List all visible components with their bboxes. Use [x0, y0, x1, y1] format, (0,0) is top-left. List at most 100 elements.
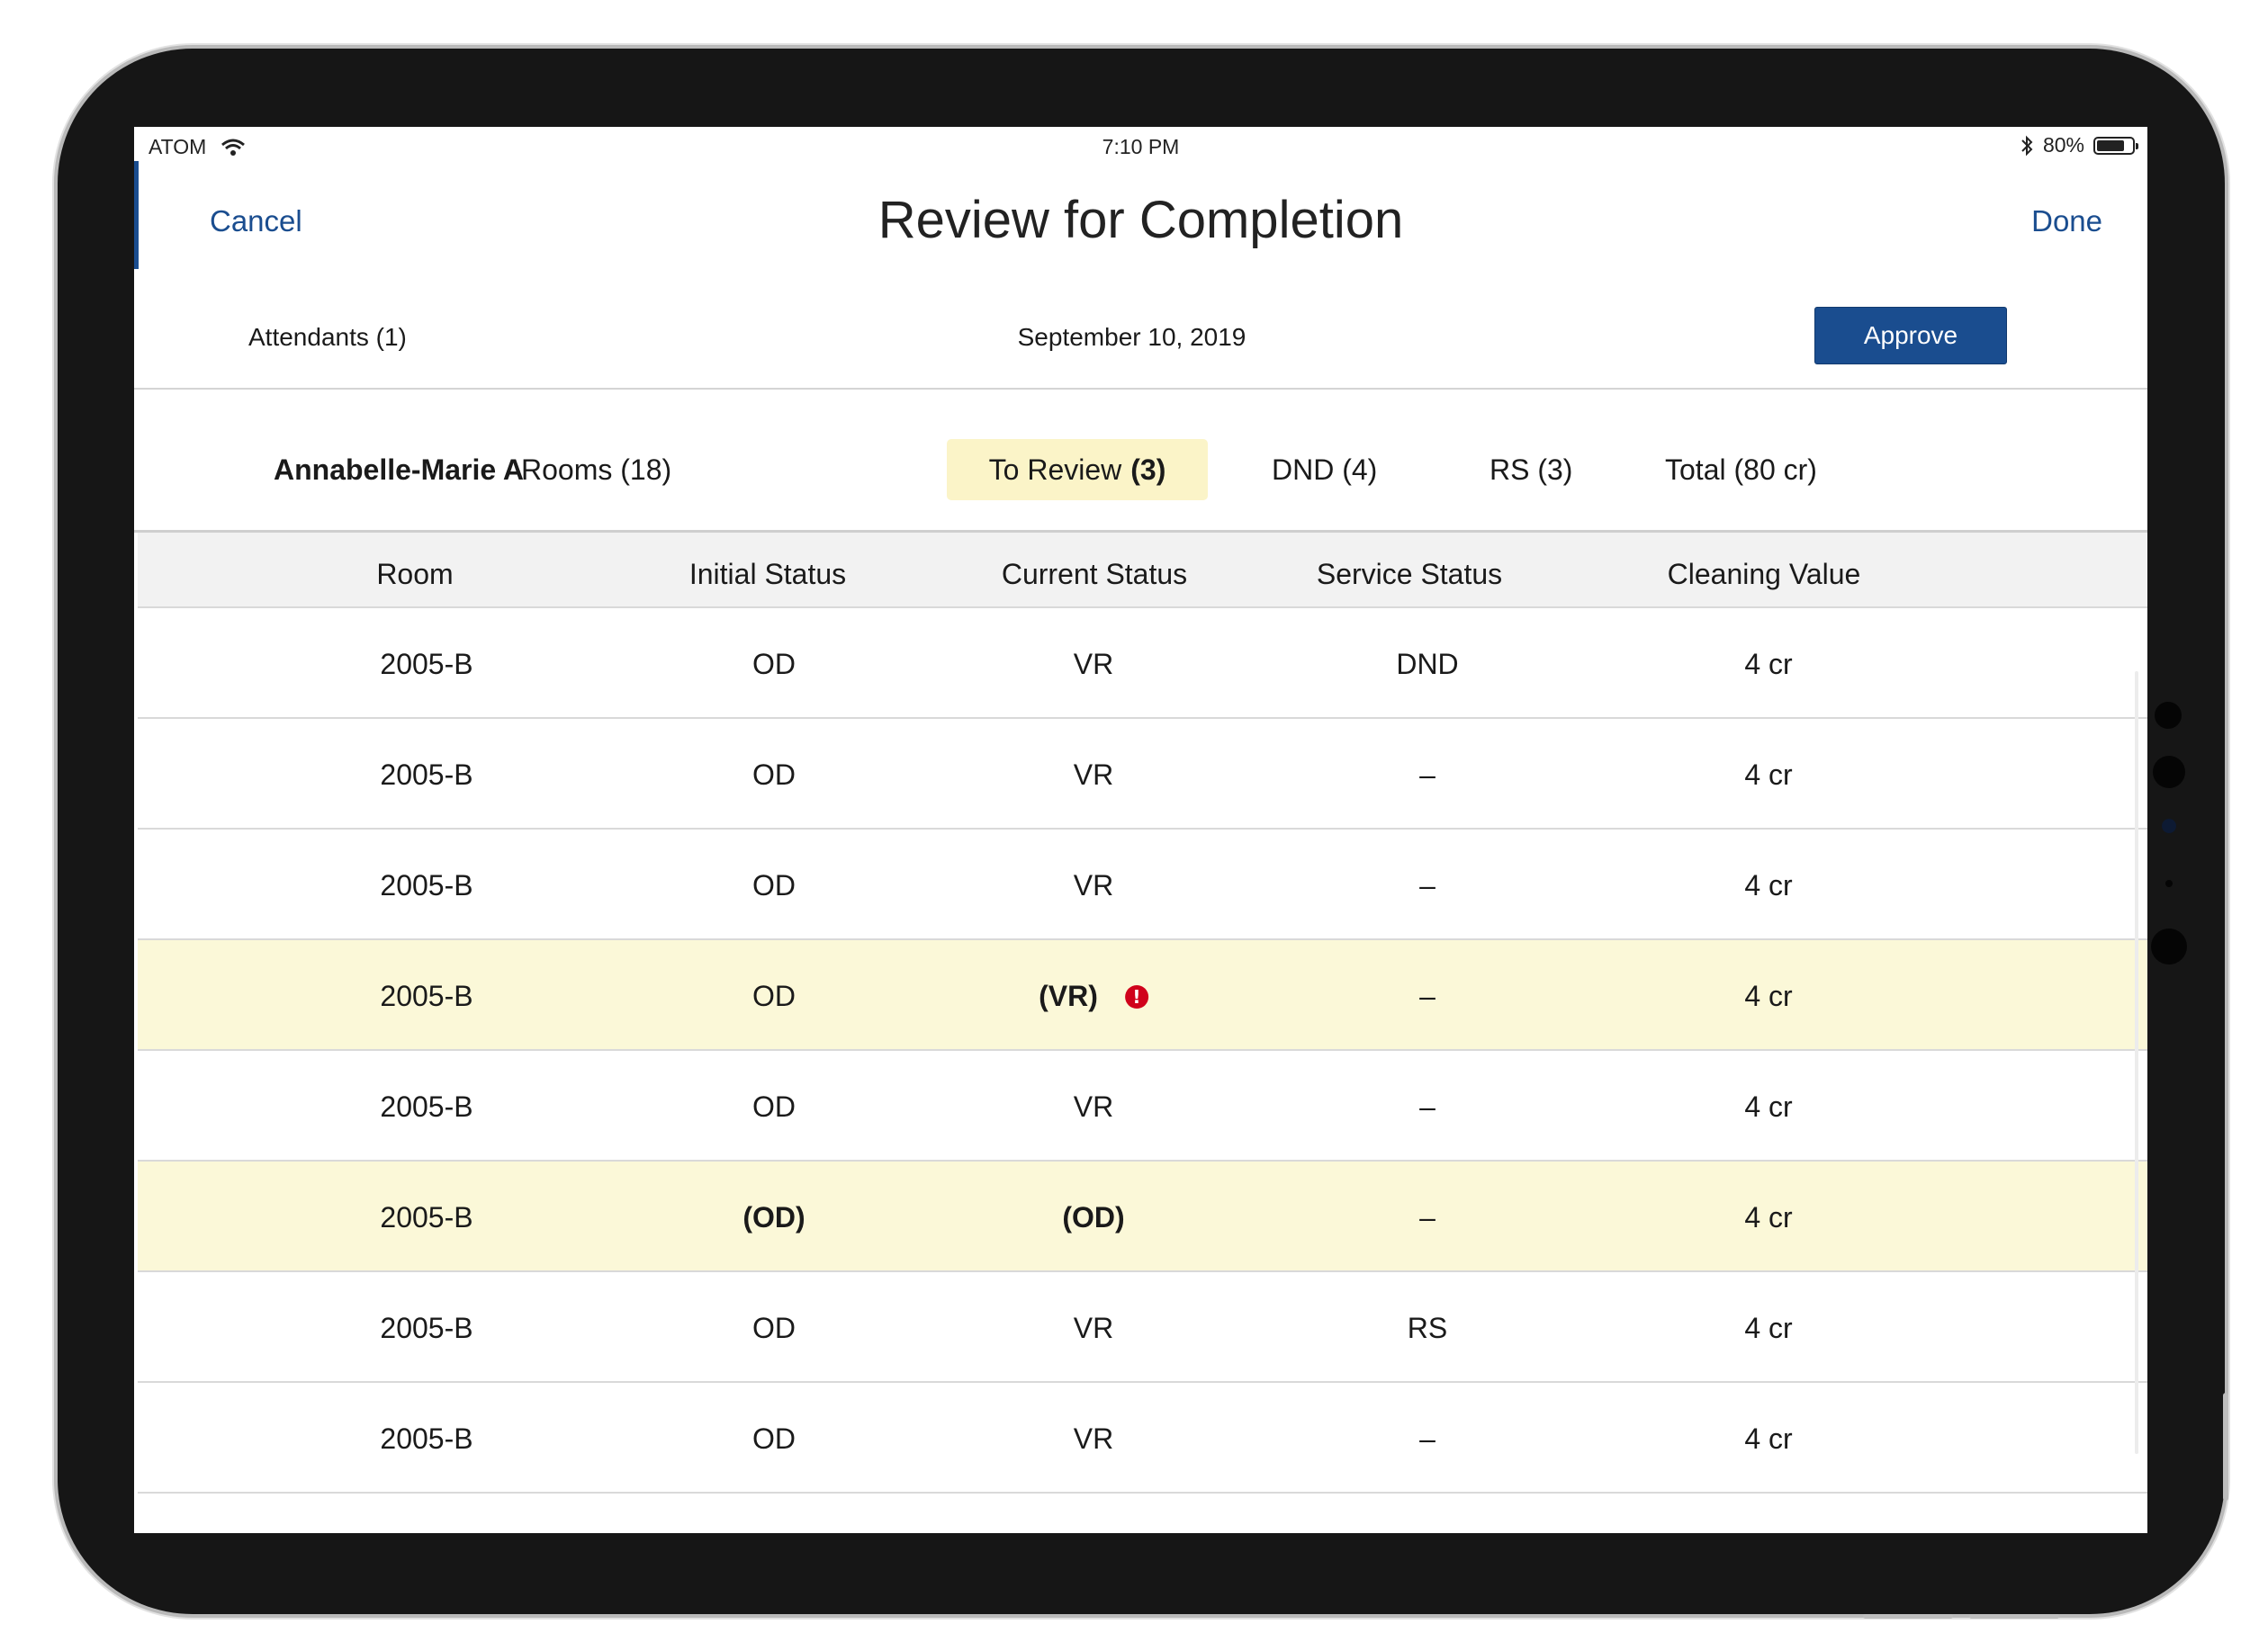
current-status-cell: VR	[1074, 1312, 1113, 1345]
status-time: 7:10 PM	[1102, 135, 1180, 158]
service-status-cell: –	[1419, 1422, 1436, 1456]
tab-rooms[interactable]: Rooms (18)	[521, 439, 671, 500]
tab-to-review-label: To Review	[988, 453, 1122, 486]
initial-status-cell-text: (OD)	[742, 1201, 806, 1234]
filter-tabs: Annabelle-Marie A Rooms (18) To Review (…	[134, 390, 2147, 533]
cleaning-value-cell-text: 4 cr	[1744, 1201, 1793, 1234]
column-header-service-status[interactable]: Service Status	[1317, 558, 1502, 591]
service-status-cell-text: RS	[1407, 1312, 1448, 1344]
column-header-cleaning-value[interactable]: Cleaning Value	[1668, 558, 1861, 591]
room-cell-text: 2005-B	[380, 758, 473, 791]
table-header: Room Initial Status Current Status Servi…	[138, 533, 2147, 608]
cleaning-value-cell-text: 4 cr	[1744, 648, 1793, 680]
initial-status-cell: OD	[752, 1090, 796, 1124]
scrollbar[interactable]	[2135, 671, 2138, 1454]
cleaning-value-cell: 4 cr	[1744, 1201, 1792, 1234]
initial-status-cell: OD	[752, 648, 796, 681]
table-row[interactable]: 2005-B OD VR – 4 cr	[138, 830, 2147, 940]
approve-button[interactable]: Approve	[1814, 307, 2007, 364]
service-status-cell: –	[1419, 980, 1436, 1013]
service-status-cell-text: –	[1419, 980, 1436, 1012]
battery-percent: 80%	[2042, 133, 2084, 157]
current-status-cell-text: VR	[1073, 758, 1114, 791]
cleaning-value-cell: 4 cr	[1744, 758, 1792, 792]
tab-to-review-count: (3)	[1130, 453, 1166, 486]
status-bar: ATOM 7:10 PM 80%	[134, 127, 2147, 166]
table-row[interactable]: 2005-B OD VR – 4 cr	[138, 1051, 2147, 1162]
current-status-cell: VR	[1074, 1422, 1113, 1456]
navigation-bar: Cancel Review for Completion Done	[134, 181, 2147, 289]
room-cell: 2005-B	[380, 1090, 472, 1124]
device-side-button	[2223, 1393, 2228, 1501]
bluetooth-icon	[2021, 135, 2033, 156]
rooms-table-body: 2005-B OD VR DND 4 cr 2005-B OD VR – 4 cr 2005-B OD…	[138, 608, 2147, 1494]
initial-status-cell-text: OD	[752, 1312, 796, 1344]
column-header-initial-status[interactable]: Initial Status	[689, 558, 846, 591]
initial-status-cell: OD	[752, 1312, 796, 1345]
tab-total[interactable]: Total (80 cr)	[1665, 439, 1817, 500]
initial-status-cell: OD	[752, 869, 796, 902]
alert-icon[interactable]: !	[1124, 984, 1148, 1009]
table-row[interactable]: 2005-B OD VR DND 4 cr	[138, 608, 2147, 719]
current-status-cell: VR	[1074, 1090, 1113, 1124]
device-volume-button	[1969, 1614, 2059, 1619]
column-header-room[interactable]: Room	[376, 558, 453, 591]
current-status-cell: VR	[1074, 648, 1113, 681]
initial-status-cell-text: OD	[752, 1090, 796, 1123]
current-status-cell: (VR)!	[1039, 980, 1148, 1013]
room-cell: 2005-B	[380, 1312, 472, 1345]
initial-status-cell-text: OD	[752, 1422, 796, 1455]
current-status-cell-text: VR	[1073, 869, 1114, 902]
current-status-cell-text: VR	[1073, 1422, 1114, 1455]
service-status-cell-text: –	[1419, 869, 1436, 902]
initial-status-cell-text: OD	[752, 869, 796, 902]
table-row[interactable]: 2005-B OD VR – 4 cr	[138, 719, 2147, 830]
room-cell-text: 2005-B	[380, 869, 473, 902]
room-cell-text: 2005-B	[380, 980, 473, 1012]
current-status-cell-text: VR	[1073, 1312, 1114, 1344]
initial-status-cell: (OD)	[742, 1201, 805, 1234]
service-status-cell-text: –	[1419, 1090, 1436, 1123]
current-status-cell: VR	[1074, 869, 1113, 902]
cleaning-value-cell: 4 cr	[1744, 648, 1792, 681]
cleaning-value-cell: 4 cr	[1744, 1422, 1792, 1456]
room-cell: 2005-B	[380, 1422, 472, 1456]
table-row[interactable]: 2005-B OD (VR)! – 4 cr	[138, 940, 2147, 1051]
cleaning-value-cell: 4 cr	[1744, 1312, 1792, 1345]
cleaning-value-cell: 4 cr	[1744, 980, 1792, 1013]
initial-status-cell: OD	[752, 1422, 796, 1456]
initial-status-cell: OD	[752, 980, 796, 1013]
column-header-current-status[interactable]: Current Status	[1002, 558, 1187, 591]
table-row[interactable]: 2005-B OD VR – 4 cr	[138, 1383, 2147, 1494]
page-title: Review for Completion	[878, 191, 1404, 249]
side-camera-dot	[2151, 929, 2187, 965]
current-status-cell: VR	[1074, 758, 1113, 792]
device-volume-button	[1863, 1614, 1953, 1619]
room-cell-text: 2005-B	[380, 648, 473, 680]
current-status-cell-text: (VR)	[1039, 980, 1098, 1012]
room-cell-text: 2005-B	[380, 1201, 473, 1234]
side-camera-dot	[2155, 702, 2182, 729]
tab-dnd[interactable]: DND (4)	[1272, 439, 1377, 500]
initial-status-cell-text: OD	[752, 648, 796, 680]
initial-status-cell: OD	[752, 758, 796, 792]
table-row[interactable]: 2005-B OD VR RS 4 cr	[138, 1272, 2147, 1383]
status-bar-right: 80%	[2020, 133, 2138, 157]
cleaning-value-cell: 4 cr	[1744, 869, 1792, 902]
service-status-cell-text: –	[1419, 1201, 1436, 1234]
done-button[interactable]: Done	[2031, 204, 2102, 238]
initial-status-cell-text: OD	[752, 980, 796, 1012]
room-cell-text: 2005-B	[380, 1312, 473, 1344]
attendant-name: Annabelle-Marie A	[274, 453, 524, 486]
tab-rs[interactable]: RS (3)	[1490, 439, 1572, 500]
current-status-cell: (OD)	[1062, 1201, 1124, 1234]
room-cell: 2005-B	[380, 980, 472, 1013]
app-screen: ATOM 7:10 PM 80% Cancel Review for Compl…	[134, 127, 2147, 1533]
service-status-cell-text: DND	[1396, 648, 1459, 680]
initial-status-cell-text: OD	[752, 758, 796, 791]
service-status-cell: RS	[1408, 1312, 1447, 1345]
cleaning-value-cell-text: 4 cr	[1744, 1312, 1793, 1344]
cleaning-value-cell-text: 4 cr	[1744, 1090, 1793, 1123]
tab-to-review[interactable]: To Review (3)	[947, 439, 1208, 500]
table-row[interactable]: 2005-B (OD) (OD) – 4 cr	[138, 1162, 2147, 1272]
